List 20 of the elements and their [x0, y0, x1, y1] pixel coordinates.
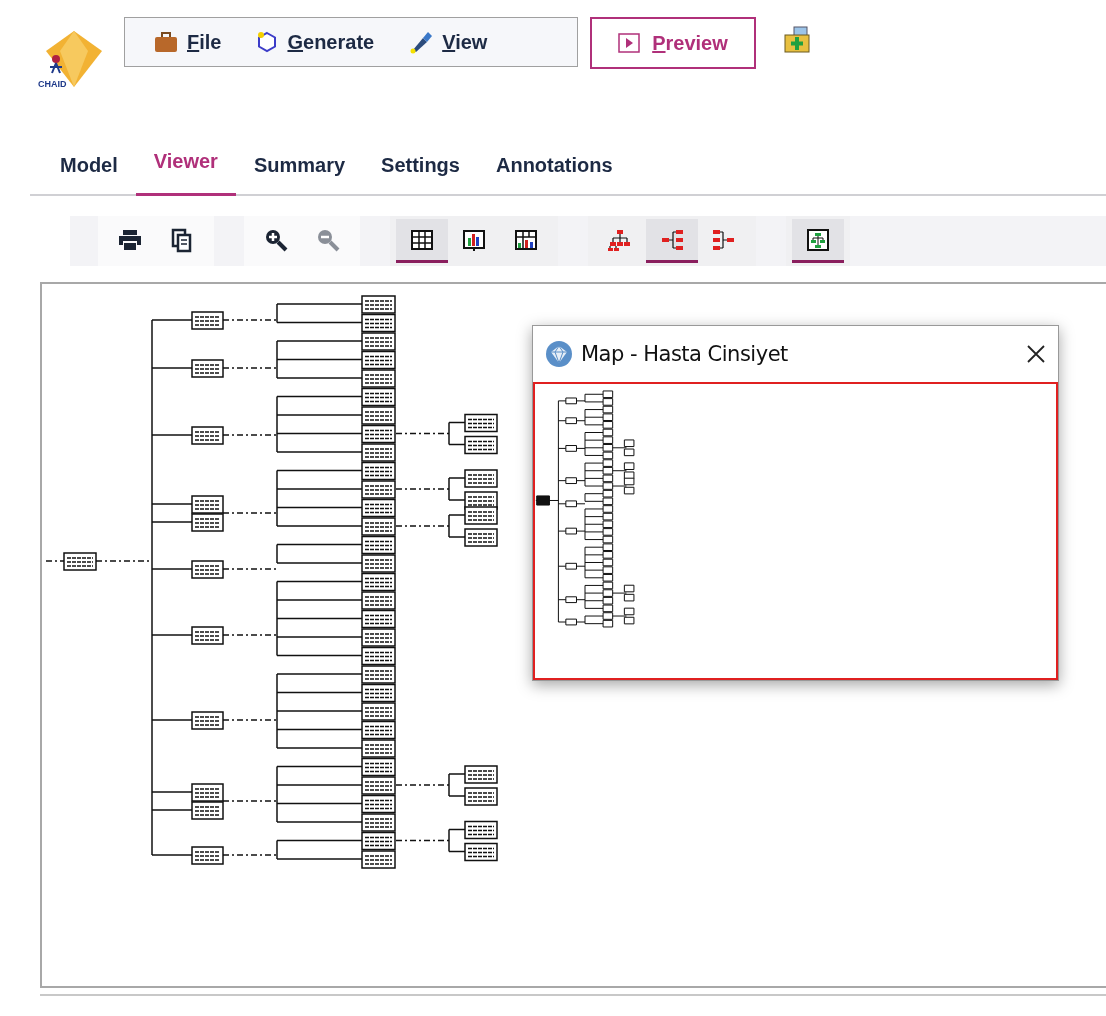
preview-button[interactable]: Preview — [590, 17, 756, 69]
gem-icon — [545, 340, 573, 368]
tab[interactable]: Annotations — [477, 144, 631, 196]
toolbar-button[interactable] — [396, 219, 448, 263]
tab[interactable]: Model — [42, 144, 136, 196]
toolbar-button[interactable] — [792, 219, 844, 263]
tab[interactable]: Summary — [235, 144, 364, 196]
close-icon[interactable] — [1026, 344, 1046, 364]
toolbar-button[interactable] — [646, 219, 698, 263]
briefcase-icon — [153, 30, 179, 54]
menu-item[interactable]: Generate — [251, 26, 379, 58]
flashlight-icon — [408, 30, 435, 54]
tab[interactable]: Viewer — [135, 140, 236, 196]
menu-item[interactable]: View — [404, 26, 492, 58]
tab[interactable]: Settings — [363, 144, 478, 196]
stack-plus-icon — [782, 25, 812, 55]
play-icon — [618, 33, 641, 53]
map-icon — [805, 226, 831, 253]
menu-item[interactable]: File — [149, 26, 226, 58]
window-title: Map - Hasta Cinsiyet — [581, 342, 789, 366]
